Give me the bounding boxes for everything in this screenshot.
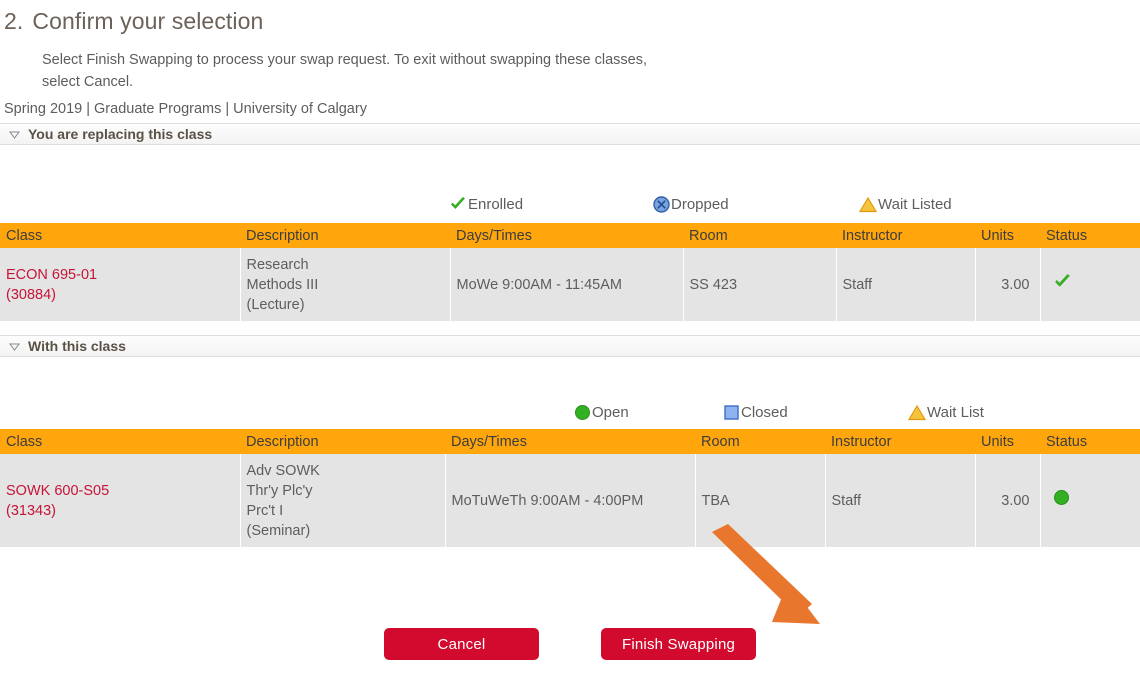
action-button-row: Cancel Finish Swapping <box>0 628 1140 668</box>
cell-instructor: Staff <box>824 454 976 547</box>
cell-units: 3.00 <box>974 248 1041 321</box>
circle-filled-icon <box>573 403 591 421</box>
circle-filled-icon <box>1053 490 1070 510</box>
cell-class: ECON 695-01 (30884) <box>0 248 241 321</box>
legend-label-closed: Closed <box>741 403 788 421</box>
cell-status <box>1039 248 1140 321</box>
legend-label-wait-list: Wait List <box>927 403 984 421</box>
legend-item-open: Open <box>573 403 629 421</box>
legend-label-dropped: Dropped <box>671 195 729 213</box>
finish-swapping-button[interactable]: Finish Swapping <box>601 628 756 660</box>
table-row: SOWK 600-S05 (31343) Adv SOWK Thr'y Plc'… <box>0 454 1140 547</box>
cell-description: Research Methods III (Lecture) <box>239 248 451 321</box>
description-line: Research <box>246 257 309 273</box>
section-title-with-this-class: With this class <box>28 338 126 354</box>
description-line: (Seminar) <box>246 523 311 539</box>
class-link-code[interactable]: SOWK 600-S05 <box>6 481 234 501</box>
legend-enrollment-status: Enrolled Dropped Wait Listed <box>0 145 1140 223</box>
section-header-replacing[interactable]: You are replacing this class <box>0 123 1140 145</box>
description-line: Adv SOWK <box>246 463 320 479</box>
column-header-class: Class <box>0 429 240 454</box>
check-mark-icon <box>1053 274 1072 295</box>
cell-description: Adv SOWK Thr'y Plc'y Prc't I (Seminar) <box>239 454 446 547</box>
legend-label-open: Open <box>592 403 629 421</box>
cancel-button[interactable]: Cancel <box>384 628 539 660</box>
cell-room: SS 423 <box>682 248 837 321</box>
column-header-units: Units <box>975 223 1040 248</box>
description-line: (Lecture) <box>246 297 305 313</box>
legend-class-availability: Open Closed Wait List <box>0 357 1140 429</box>
legend-item-enrolled: Enrolled <box>449 195 523 213</box>
warning-triangle-icon <box>908 403 926 421</box>
cell-units: 3.00 <box>974 454 1041 547</box>
page-title-text: Confirm your selection <box>32 8 264 34</box>
warning-triangle-icon <box>859 195 877 213</box>
description-line: Prc't I <box>246 503 284 519</box>
column-header-room: Room <box>695 429 825 454</box>
section-title-replacing: You are replacing this class <box>28 126 213 142</box>
cell-class: SOWK 600-S05 (31343) <box>0 454 241 547</box>
square-outline-icon <box>722 403 740 421</box>
cell-room: TBA <box>694 454 826 547</box>
page-title: 2. Confirm your selection <box>0 0 1140 35</box>
column-header-status: Status <box>1040 223 1140 248</box>
column-header-instructor: Instructor <box>836 223 975 248</box>
table-header-row: Class Description Days/Times Room Instru… <box>0 429 1140 454</box>
legend-item-closed: Closed <box>722 403 788 421</box>
section-header-with-this-class[interactable]: With this class <box>0 335 1140 357</box>
table-header-row: Class Description Days/Times Room Instru… <box>0 223 1140 248</box>
column-header-units: Units <box>975 429 1040 454</box>
instructions-text: Select Finish Swapping to process your s… <box>42 52 648 90</box>
legend-label-wait-listed: Wait Listed <box>878 195 952 213</box>
class-link-code[interactable]: ECON 695-01 <box>6 265 234 285</box>
legend-item-dropped: Dropped <box>652 195 729 213</box>
column-header-status: Status <box>1040 429 1140 454</box>
cell-status <box>1039 454 1140 547</box>
description-line: Methods III <box>246 277 319 293</box>
step-number: 2. <box>4 8 24 34</box>
column-header-days-times: Days/Times <box>450 223 683 248</box>
cell-days-times: MoTuWeTh 9:00AM - 4:00PM <box>444 454 696 547</box>
legend-item-wait-listed: Wait Listed <box>859 195 952 213</box>
table-with-this-class: Class Description Days/Times Room Instru… <box>0 429 1140 547</box>
triangle-down-icon[interactable] <box>8 340 21 353</box>
column-header-instructor: Instructor <box>825 429 975 454</box>
column-header-class: Class <box>0 223 240 248</box>
legend-item-wait-list: Wait List <box>908 403 984 421</box>
cell-days-times: MoWe 9:00AM - 11:45AM <box>449 248 684 321</box>
table-row: ECON 695-01 (30884) Research Methods III… <box>0 248 1140 321</box>
column-header-description: Description <box>240 223 450 248</box>
cell-instructor: Staff <box>835 248 976 321</box>
column-header-days-times: Days/Times <box>445 429 695 454</box>
class-link-number[interactable]: (30884) <box>6 285 234 305</box>
circle-x-icon <box>652 195 670 213</box>
column-header-description: Description <box>240 429 445 454</box>
class-link-number[interactable]: (31343) <box>6 501 234 521</box>
column-header-room: Room <box>683 223 836 248</box>
description-line: Thr'y Plc'y <box>246 483 313 499</box>
triangle-down-icon[interactable] <box>8 128 21 141</box>
table-replacing-class: Class Description Days/Times Room Instru… <box>0 223 1140 321</box>
check-mark-icon <box>449 195 467 213</box>
term-context-breadcrumb: Spring 2019 | Graduate Programs | Univer… <box>4 101 367 117</box>
legend-label-enrolled: Enrolled <box>468 195 524 213</box>
